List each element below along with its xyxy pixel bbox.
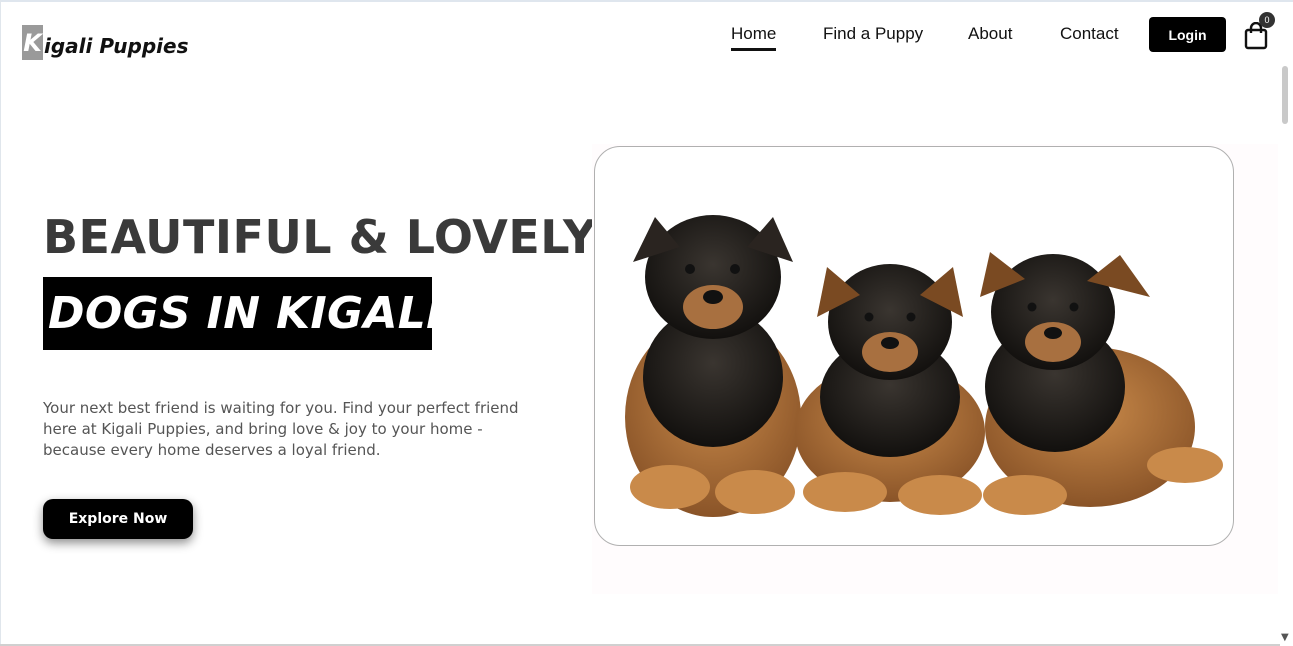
cart-button[interactable]: 0: [1243, 12, 1275, 52]
login-button[interactable]: Login: [1149, 17, 1226, 52]
scroll-down-arrow-icon[interactable]: ▼: [1281, 632, 1289, 643]
nav-about[interactable]: About: [968, 24, 1012, 44]
puppies-image: [625, 215, 1223, 517]
window-left-border: [0, 0, 1, 646]
site-logo[interactable]: K igali Puppies: [22, 20, 188, 60]
hero-image-card: [594, 146, 1234, 546]
puppy-left: [625, 215, 801, 517]
logo-text: igali Puppies: [44, 34, 189, 58]
nav-home[interactable]: Home: [731, 24, 777, 51]
cart-count-badge: 0: [1259, 12, 1275, 28]
scrollbar-thumb[interactable]: [1282, 66, 1288, 124]
puppy-right: [980, 252, 1223, 515]
hero-headline-line1: BEAUTIFUL & LOVELY: [43, 210, 597, 264]
logo-initial: K: [22, 25, 43, 60]
explore-now-button[interactable]: Explore Now: [43, 499, 193, 539]
nav-find-a-puppy[interactable]: Find a Puppy: [823, 24, 923, 44]
puppy-middle: [795, 264, 985, 515]
nav-contact[interactable]: Contact: [1060, 24, 1119, 44]
page-scrollbar[interactable]: ▼: [1280, 2, 1293, 646]
site-header: K igali Puppies Home Find a Puppy About …: [0, 2, 1280, 66]
hero-intro-text: Your next best friend is waiting for you…: [43, 399, 519, 459]
hero-headline-line2: DOGS IN KIGALI.: [48, 288, 460, 339]
